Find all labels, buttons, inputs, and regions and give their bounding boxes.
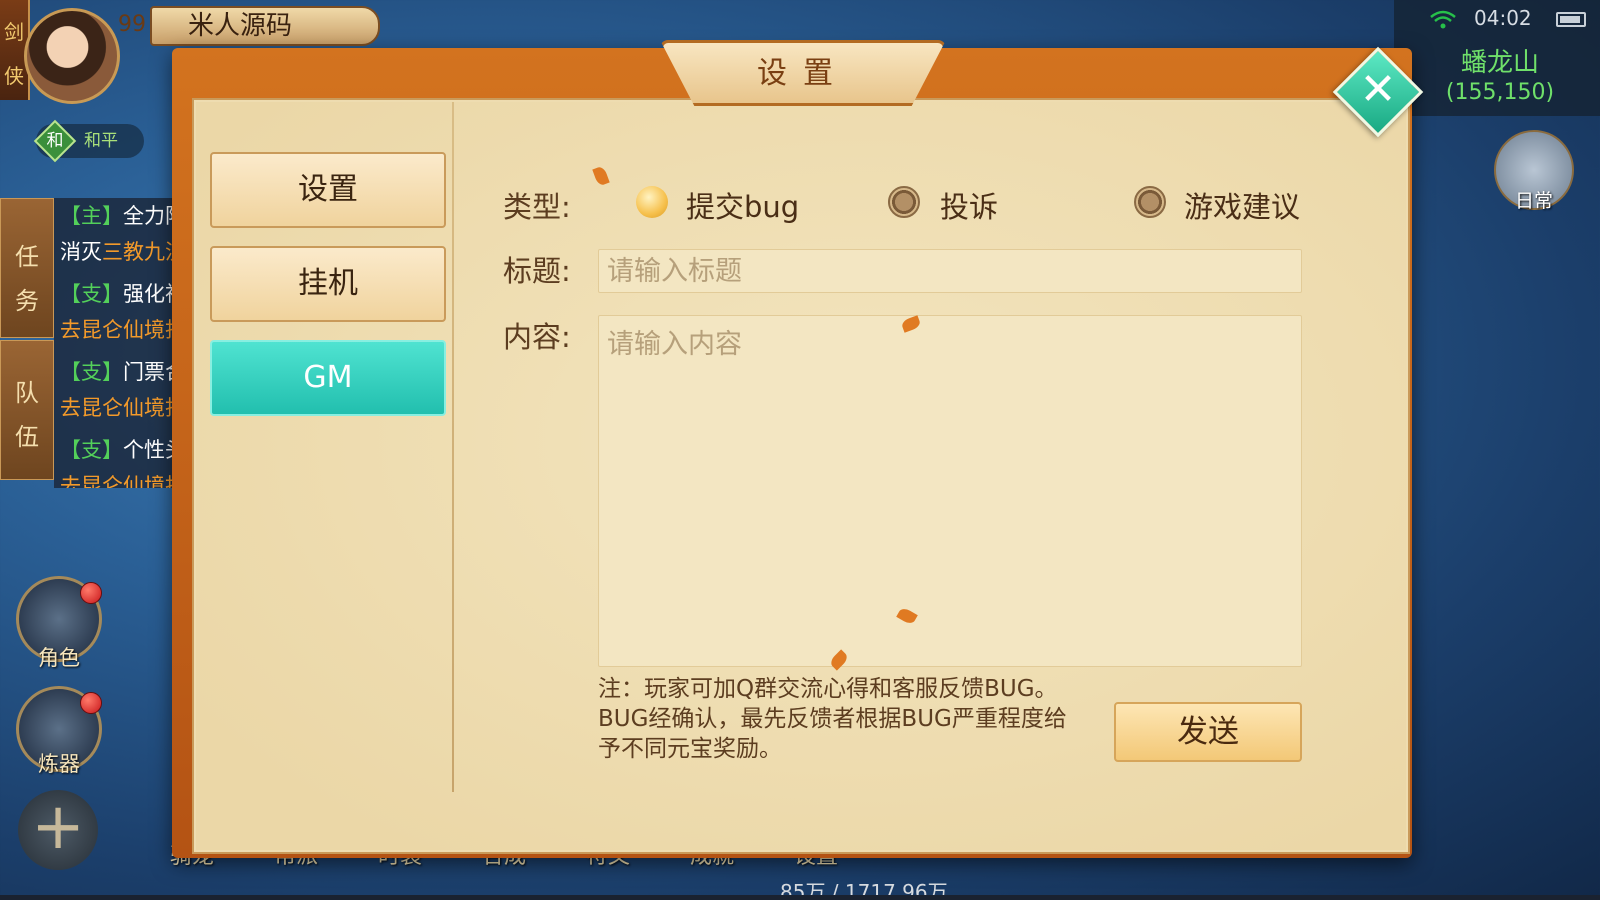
battery-icon <box>1556 12 1586 27</box>
player-name: 米人源码 <box>150 6 380 46</box>
notification-dot <box>80 582 102 604</box>
exp-bar <box>0 895 1600 900</box>
tab-auto-battle[interactable]: 挂机 <box>210 246 446 322</box>
tab-quests-char-1: 任 <box>15 243 39 271</box>
quest-tracker: 任务 队伍 【主】全力阻 消灭三教九流 【支】强化神 去昆仑仙境找 【支】门票合… <box>0 198 195 488</box>
refine-button-label: 炼器 <box>38 752 80 776</box>
expand-plus-icon[interactable]: + <box>18 790 98 870</box>
map-coordinates: (155,150) <box>1445 80 1555 105</box>
tab-team-char-1: 队 <box>15 379 39 407</box>
tab-team-label: 队伍 <box>1 371 53 459</box>
character-button-label: 角色 <box>38 646 80 670</box>
radio-submit-bug-label[interactable]: 提交bug <box>686 184 799 226</box>
quest-tag: 【支】 <box>60 282 123 306</box>
quest-tag: 【支】 <box>60 438 123 462</box>
tab-quests[interactable]: 任务 <box>0 198 54 338</box>
tab-team[interactable]: 队伍 <box>0 340 54 480</box>
content-textarea[interactable]: 请输入内容 <box>598 315 1302 667</box>
dialog-title: 设置 <box>757 56 849 91</box>
quest-prefix: 消灭 <box>60 240 102 264</box>
tab-settings[interactable]: 设置 <box>210 152 446 228</box>
radio-complaint-label[interactable]: 投诉 <box>940 184 998 226</box>
wifi-icon <box>1430 10 1456 29</box>
radio-suggestion[interactable] <box>1134 186 1166 218</box>
title-input[interactable]: 请输入标题 <box>598 249 1302 293</box>
tab-quests-label: 任务 <box>1 235 53 323</box>
sidebar-divider <box>452 102 454 792</box>
type-label: 类型: <box>503 190 571 224</box>
content-label: 内容: <box>503 320 571 354</box>
notification-dot <box>80 692 102 714</box>
tab-quests-char-2: 务 <box>15 287 39 315</box>
player-avatar[interactable] <box>24 8 120 104</box>
map-name[interactable]: 蟠龙山 <box>1420 42 1580 79</box>
pk-mode-char: 和 <box>46 131 64 151</box>
daily-button-label: 日常 <box>1514 190 1553 212</box>
radio-suggestion-label[interactable]: 游戏建议 <box>1184 184 1300 226</box>
radio-submit-bug[interactable] <box>636 186 668 218</box>
quest-tag: 【主】 <box>60 204 123 228</box>
radio-complaint[interactable] <box>888 186 920 218</box>
tab-gm[interactable]: GM <box>210 340 446 416</box>
send-button[interactable]: 发送 <box>1114 702 1302 762</box>
feedback-note: 注：玩家可加Q群交流心得和客服反馈BUG。BUG经确认，最先反馈者根据BUG严重… <box>598 676 1067 762</box>
title-label: 标题: <box>503 254 571 288</box>
clock: 04:02 <box>1474 6 1532 30</box>
tab-team-char-2: 伍 <box>15 423 39 451</box>
quest-tag: 【支】 <box>60 360 123 384</box>
